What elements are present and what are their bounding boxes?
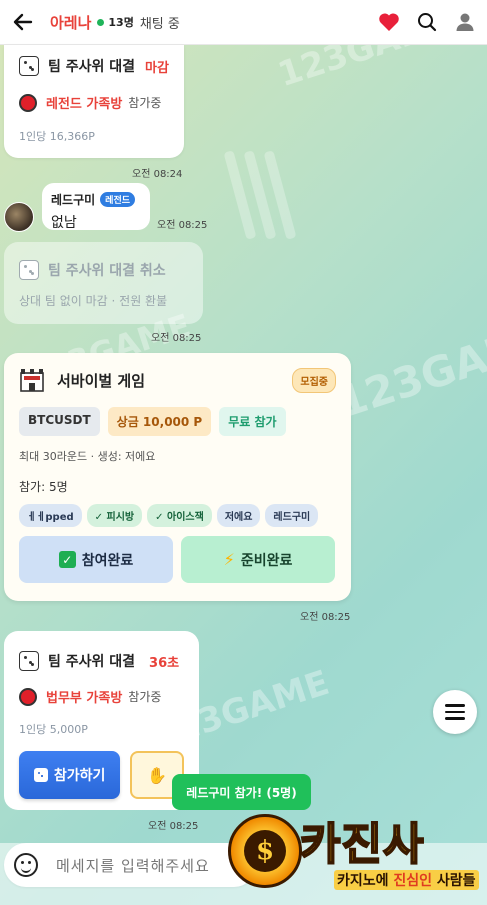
per-person-amount: 1인당 5,000P [19, 723, 88, 736]
dice-icon [19, 56, 39, 76]
card-title: 팀 주사위 대결 [48, 59, 136, 75]
search-icon[interactable] [415, 10, 439, 34]
message-time: 오전 08:25 [148, 821, 199, 832]
dice-icon [33, 768, 48, 782]
join-button[interactable]: 참가하기 [19, 751, 121, 799]
dice-battle-card-open: 팀 주사위 대결 36초 법무부 가족방 참가중 1인당 5,000P 참가하기… [4, 631, 199, 810]
dice-icon [19, 260, 39, 280]
coin-logo-icon: $ [228, 814, 302, 888]
join-toast: 레드구미 참가! (5명) [172, 774, 311, 810]
participant-count: 참가: 5명 [19, 480, 68, 494]
legend-badge: 레전드 [100, 192, 136, 207]
avatar[interactable] [4, 202, 34, 232]
message-text: 없남 [51, 215, 77, 231]
lightning-icon: ⚡ [223, 550, 235, 569]
back-arrow-icon[interactable] [10, 9, 36, 35]
team-name: 레전드 가족방 [46, 97, 123, 112]
participant-chip: ㅔㅔpped [19, 504, 82, 527]
participant-chip: 저에요 [216, 504, 261, 527]
emoji-icon[interactable] [14, 853, 38, 877]
user-icon[interactable] [453, 10, 477, 34]
chat-bubble: 레드구미 레전드 없남 [42, 183, 150, 231]
team-status: 참가중 [128, 96, 162, 110]
heart-icon[interactable] [377, 10, 401, 34]
team-icon [19, 93, 37, 112]
dice-battle-card-closed[interactable]: 팀 주사위 대결 마감 레전드 가족방 참가중 1인당 16,366P [4, 45, 184, 158]
countdown-timer: 36초 [149, 655, 180, 671]
watermark-stripes [223, 150, 297, 260]
message-time: 오전 08:25 [151, 333, 202, 344]
room-name: 아레나 [50, 13, 92, 32]
participant-list: ㅔㅔpped ✓ 피시방 ✓ 아이스잭 저에요 레드구미 [19, 504, 336, 527]
sender-name: 레드구미 [51, 193, 96, 207]
participant-chip: ✓ 아이스잭 [147, 504, 212, 527]
ready-label: 준비완료 [240, 552, 293, 569]
hand-icon: ✋ [147, 765, 168, 785]
message-input[interactable]: 메세지를 입력해주세요 [4, 843, 256, 887]
card-title: 팀 주사위 대결 취소 [48, 263, 166, 279]
survival-game-card: 서바이벌 게임 모집중 BTCUSDT 상금 10,000 P 무료 참가 최대… [4, 353, 351, 601]
cancel-reason: 상대 팀 없이 마감 · 전원 환불 [19, 294, 168, 308]
card-title: 팀 주사위 대결 [48, 654, 136, 670]
game-meta: 최대 30라운드 · 생성: 저에요 [19, 450, 156, 463]
chat-status: 채팅 중 [139, 16, 180, 32]
ready-button[interactable]: ⚡ 준비완료 [181, 536, 335, 583]
input-placeholder: 메세지를 입력해주세요 [56, 856, 210, 875]
member-count: 13명 [108, 16, 134, 29]
logo-slogan: 카지노에 진심인 사람들 [334, 870, 479, 890]
join-label: 참가하기 [53, 768, 106, 784]
game-title: 서바이벌 게임 [57, 371, 146, 390]
status-closed: 마감 [145, 60, 169, 76]
hamburger-icon [445, 704, 465, 707]
message-time: 오전 08:25 [157, 220, 208, 231]
brand-logo: $ 카진사 카지노에 진심인 사람들 [228, 808, 479, 894]
participant-chip: ✓ 피시방 [86, 504, 143, 527]
participant-chip: 레드구미 [265, 504, 319, 527]
logo-text: 카진사 [299, 818, 425, 871]
team-status: 참가중 [128, 690, 162, 704]
chat-header: 아레나 13명 채팅 중 [0, 0, 487, 45]
dice-battle-cancelled: 팀 주사위 대결 취소 상대 팀 없이 마감 · 전원 환불 [4, 242, 203, 324]
online-indicator [97, 18, 105, 26]
checkbox-icon: ✓ [58, 551, 76, 568]
castle-icon [19, 367, 45, 393]
joined-button[interactable]: ✓ 참여완료 [19, 536, 173, 583]
free-entry-chip: 무료 참가 [219, 407, 286, 436]
per-person-amount: 1인당 16,366P [19, 130, 95, 143]
message-time: 오전 08:25 [300, 612, 351, 623]
team-name: 법무부 가족방 [46, 691, 123, 706]
symbol-chip: BTCUSDT [19, 407, 100, 436]
dice-icon [19, 651, 39, 671]
recruiting-badge: 모집중 [292, 367, 336, 393]
menu-button[interactable] [433, 690, 477, 734]
team-icon [19, 687, 37, 706]
prize-chip: 상금 10,000 P [107, 407, 212, 436]
joined-label: 참여완료 [81, 552, 134, 569]
message-time: 오전 08:24 [132, 169, 183, 180]
watermark: 123GAME [330, 311, 487, 428]
